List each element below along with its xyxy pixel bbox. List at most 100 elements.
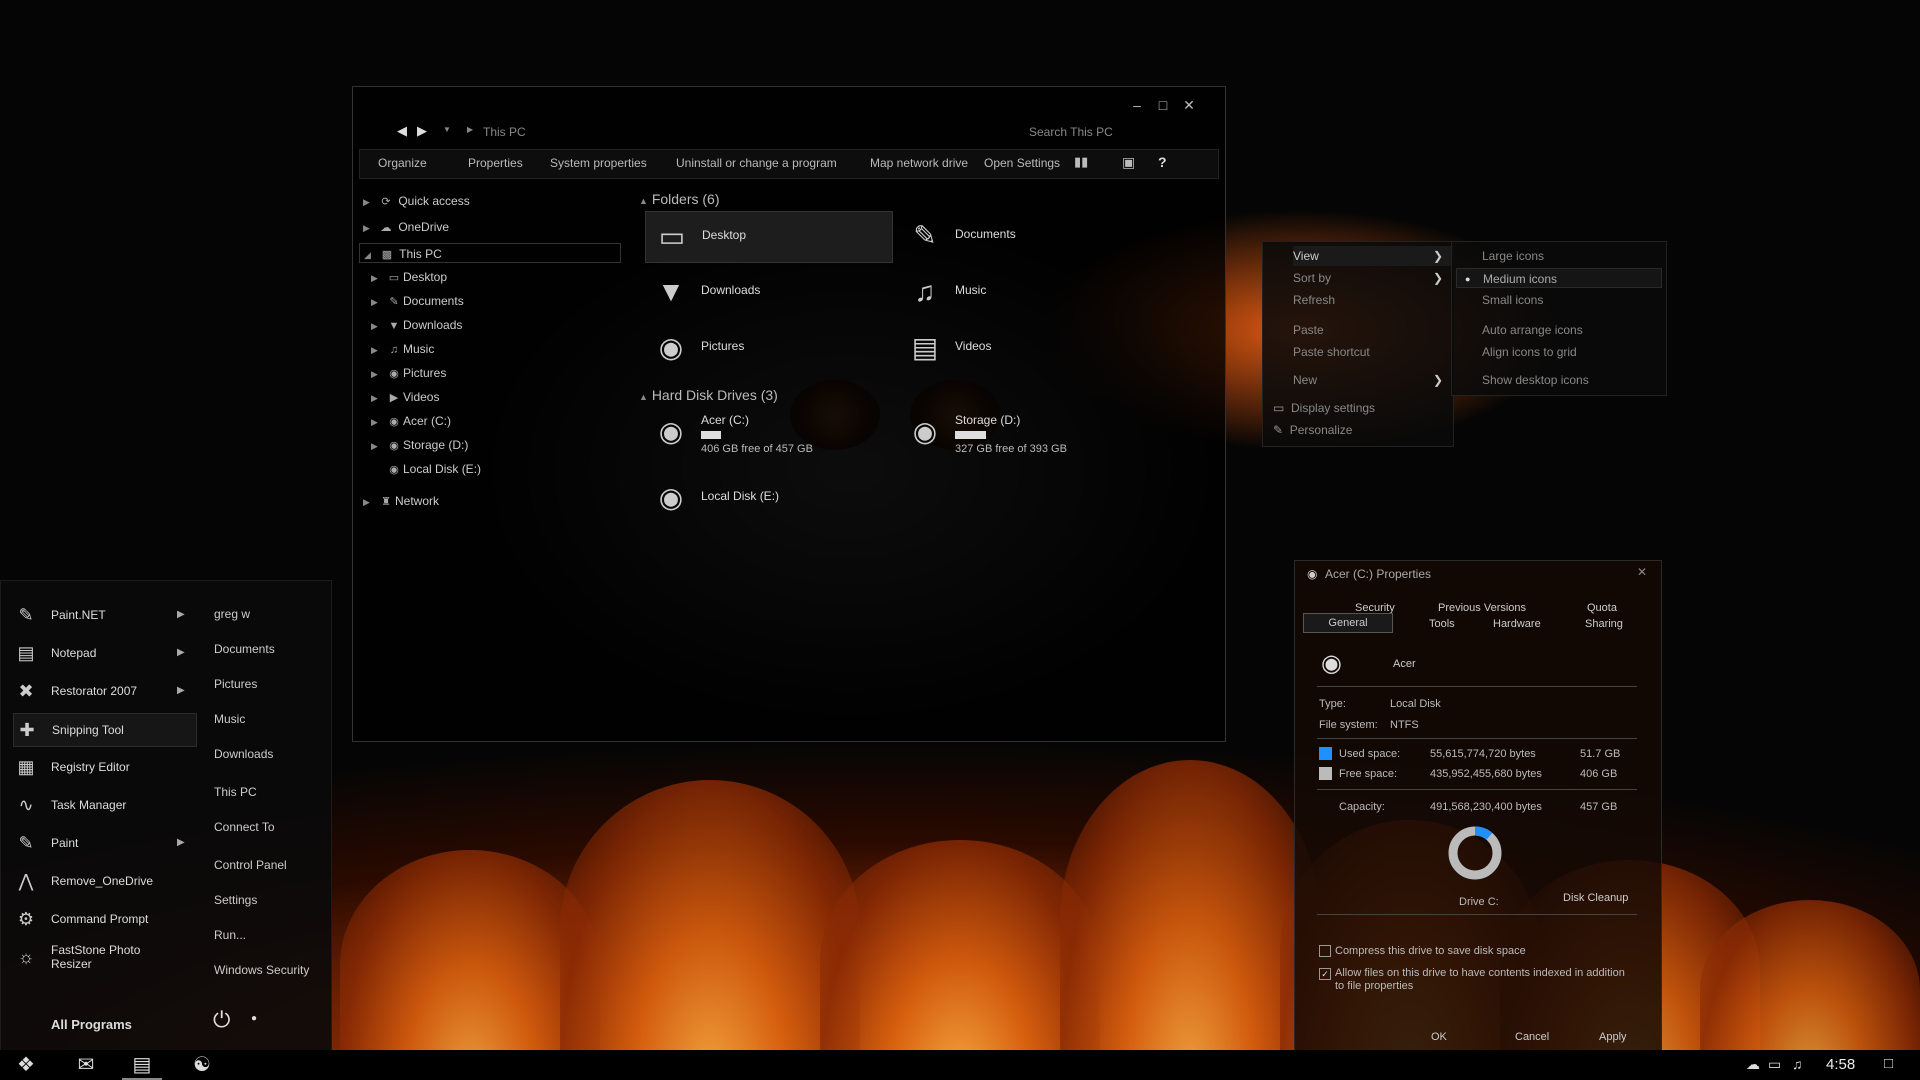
nav-item-music[interactable]: ▶ ♫ Music: [371, 339, 434, 359]
menu-item-small-icons[interactable]: Small icons: [1482, 290, 1543, 310]
expand-arrow-icon[interactable]: ▶: [363, 192, 377, 212]
maximize-button[interactable]: □: [1151, 95, 1175, 115]
folder-item-desktop[interactable]: ▭ Desktop: [645, 211, 893, 263]
tab-general[interactable]: General: [1303, 613, 1393, 633]
apply-button[interactable]: Apply: [1599, 1031, 1627, 1043]
expand-arrow-icon[interactable]: ▶: [371, 364, 385, 384]
start-link-documents[interactable]: Documents: [214, 642, 275, 656]
start-app-snipping-tool[interactable]: ✚ Snipping Tool: [13, 713, 197, 747]
drive-item-d[interactable]: ◉ Storage (D:) 327 GB free of 393 GB: [899, 407, 1139, 467]
nav-item-videos[interactable]: ▶ ▶ Videos: [371, 387, 439, 407]
start-app-paintnet[interactable]: ✎ Paint.NET ▶: [13, 599, 195, 631]
start-button-windows-icon[interactable]: ❖: [6, 1052, 46, 1078]
start-link-music[interactable]: Music: [214, 712, 245, 726]
preview-pane-icon[interactable]: ▣: [1122, 154, 1135, 171]
minimize-button[interactable]: –: [1125, 95, 1149, 115]
folder-item-videos[interactable]: ▤ Videos: [899, 323, 1139, 373]
start-link-downloads[interactable]: Downloads: [214, 747, 273, 761]
start-link-run[interactable]: Run...: [214, 928, 246, 942]
expand-arrow-icon[interactable]: ▶: [363, 218, 377, 238]
index-checkbox[interactable]: ✓: [1319, 968, 1331, 980]
menu-item-show-desktop-icons[interactable]: Show desktop icons: [1482, 370, 1589, 390]
cancel-button[interactable]: Cancel: [1515, 1031, 1549, 1043]
map-network-drive-button[interactable]: Map network drive: [870, 156, 968, 170]
close-button[interactable]: ✕: [1177, 95, 1201, 115]
menu-item-view[interactable]: View ❯: [1293, 246, 1453, 266]
start-app-remove-onedrive[interactable]: ⋀ Remove_OneDrive: [13, 865, 195, 897]
tab-sharing[interactable]: Sharing: [1585, 618, 1623, 630]
start-link-user[interactable]: greg w: [214, 607, 250, 621]
start-app-notepad[interactable]: ▤ Notepad ▶: [13, 637, 195, 669]
tab-hardware[interactable]: Hardware: [1493, 618, 1541, 630]
ok-button[interactable]: OK: [1431, 1031, 1447, 1043]
folder-item-music[interactable]: ♫ Music: [899, 267, 1139, 317]
help-button[interactable]: ?: [1158, 154, 1167, 170]
dialog-close-icon[interactable]: ✕: [1637, 565, 1647, 579]
menu-item-refresh[interactable]: Refresh: [1293, 290, 1335, 310]
nav-item-network[interactable]: ▶ ♜ Network: [363, 491, 439, 511]
expand-arrow-icon[interactable]: ▶: [371, 340, 385, 360]
drives-group-header[interactable]: ▲ Hard Disk Drives (3): [639, 387, 778, 403]
collapse-arrow-icon[interactable]: ◢: [364, 245, 378, 265]
breadcrumb[interactable]: This PC: [483, 125, 526, 139]
nav-item-drive-e[interactable]: ◉ Local Disk (E:): [371, 459, 481, 479]
menu-item-new[interactable]: New ❯: [1293, 370, 1453, 390]
expand-arrow-icon[interactable]: ▶: [371, 412, 385, 432]
start-app-command-prompt[interactable]: ⚙ Command Prompt: [13, 903, 195, 935]
nav-item-onedrive[interactable]: ▶ ☁ OneDrive: [363, 217, 449, 237]
nav-item-drive-c[interactable]: ▶ ◉ Acer (C:): [371, 411, 451, 431]
nav-item-downloads[interactable]: ▶ ▼ Downloads: [371, 315, 462, 335]
folder-item-downloads[interactable]: ▼ Downloads: [645, 267, 885, 317]
nav-item-pictures[interactable]: ▶ ◉ Pictures: [371, 363, 446, 383]
all-programs-button[interactable]: All Programs: [51, 1017, 132, 1032]
action-center-icon[interactable]: □: [1884, 1055, 1893, 1072]
power-icon[interactable]: ⏻: [213, 1007, 230, 1033]
drive-name-field[interactable]: Acer: [1393, 658, 1416, 670]
drive-item-e[interactable]: ◉ Local Disk (E:): [645, 473, 885, 523]
network-tray-icon[interactable]: ▭: [1768, 1056, 1781, 1073]
organize-button[interactable]: Organize: [378, 156, 427, 170]
start-link-windows-security[interactable]: Windows Security: [214, 963, 309, 977]
start-link-this-pc[interactable]: This PC: [214, 785, 257, 799]
expand-arrow-icon[interactable]: ▶: [371, 316, 385, 336]
folder-item-pictures[interactable]: ◉ Pictures: [645, 323, 885, 373]
system-properties-button[interactable]: System properties: [550, 156, 647, 170]
menu-item-display-settings[interactable]: ▭ Display settings: [1273, 398, 1375, 418]
start-link-pictures[interactable]: Pictures: [214, 677, 257, 691]
menu-item-paste-shortcut[interactable]: Paste shortcut: [1293, 342, 1370, 362]
expand-arrow-icon[interactable]: ▶: [371, 268, 385, 288]
nav-item-documents[interactable]: ▶ ✎ Documents: [371, 291, 464, 311]
folder-item-documents[interactable]: ✎ Documents: [899, 211, 1139, 261]
start-link-control-panel[interactable]: Control Panel: [214, 858, 287, 872]
pinned-app-icon[interactable]: ☯: [182, 1052, 222, 1078]
start-link-settings[interactable]: Settings: [214, 893, 257, 907]
volume-tray-icon[interactable]: ♫: [1792, 1056, 1803, 1072]
onedrive-tray-icon[interactable]: ☁: [1746, 1056, 1760, 1073]
search-input[interactable]: Search This PC: [1029, 125, 1113, 139]
uninstall-program-button[interactable]: Uninstall or change a program: [676, 156, 837, 170]
expand-arrow-icon[interactable]: ▶: [363, 492, 377, 512]
tab-tools[interactable]: Tools: [1429, 618, 1455, 630]
forward-arrow-icon[interactable]: ▶: [417, 123, 427, 139]
properties-button[interactable]: Properties: [468, 156, 523, 170]
start-app-restorator[interactable]: ✖ Restorator 2007 ▶: [13, 675, 195, 707]
menu-item-personalize[interactable]: ✎ Personalize: [1273, 420, 1352, 440]
drive-item-c[interactable]: ◉ Acer (C:) 406 GB free of 457 GB: [645, 407, 885, 467]
nav-item-desktop[interactable]: ▶ ▭ Desktop: [371, 267, 447, 287]
nav-item-drive-d[interactable]: ▶ ◉ Storage (D:): [371, 435, 468, 455]
disk-cleanup-button[interactable]: Disk Cleanup: [1563, 892, 1628, 904]
mail-icon[interactable]: ✉: [66, 1052, 106, 1078]
expand-arrow-icon[interactable]: ▶: [371, 388, 385, 408]
start-app-faststone[interactable]: ☼ FastStone Photo Resizer: [13, 941, 195, 973]
menu-item-auto-arrange[interactable]: Auto arrange icons: [1482, 320, 1583, 340]
tab-quota[interactable]: Quota: [1587, 602, 1617, 614]
start-link-connect-to[interactable]: Connect To: [214, 820, 275, 834]
back-arrow-icon[interactable]: ◀: [397, 123, 407, 139]
expand-arrow-icon[interactable]: ▶: [371, 292, 385, 312]
menu-item-sort-by[interactable]: Sort by ❯: [1293, 268, 1453, 288]
menu-item-paste[interactable]: Paste: [1293, 320, 1324, 340]
open-settings-button[interactable]: Open Settings: [984, 156, 1060, 170]
start-app-task-manager[interactable]: ∿ Task Manager: [13, 789, 195, 821]
expand-arrow-icon[interactable]: ▶: [371, 436, 385, 456]
menu-item-align-to-grid[interactable]: Align icons to grid: [1482, 342, 1577, 362]
